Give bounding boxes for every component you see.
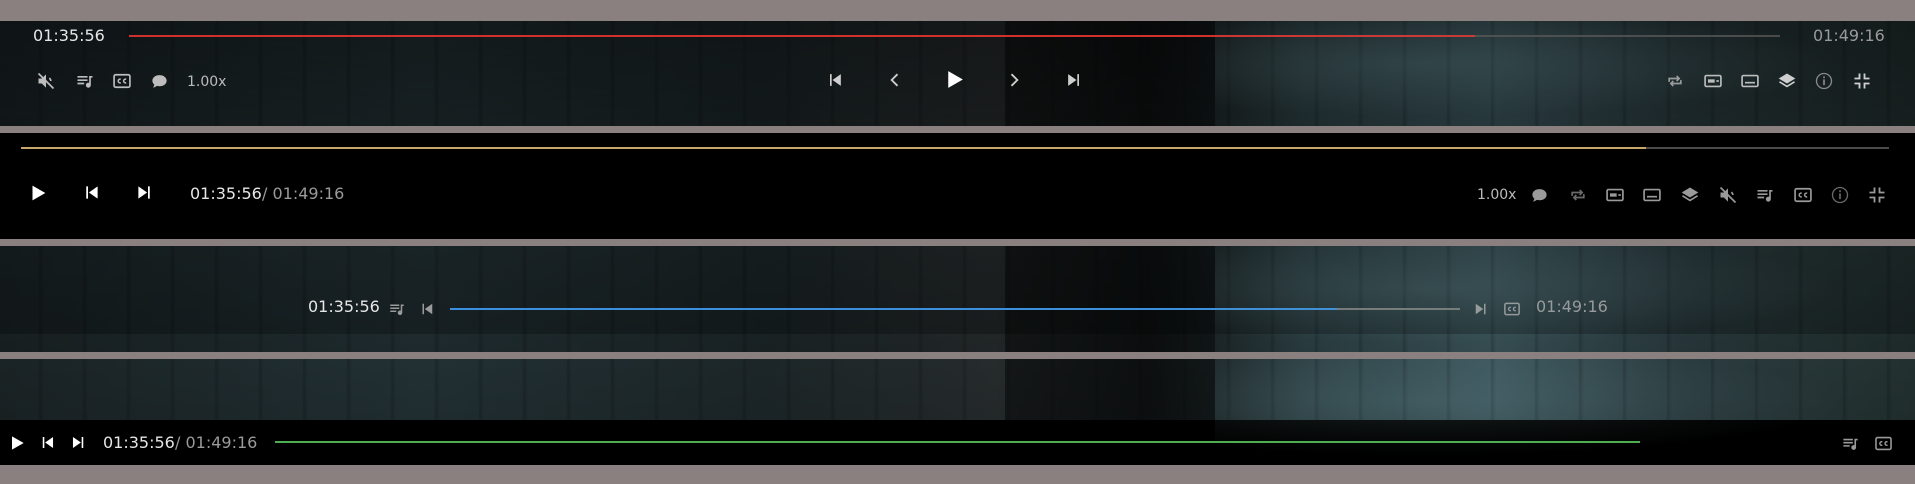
progress-fill [129,35,1475,37]
exit-fullscreen-icon[interactable] [1867,185,1887,205]
chevron-left-icon[interactable] [885,70,905,90]
progress-bar[interactable] [275,441,1640,443]
progress-bar[interactable] [450,308,1460,310]
progress-bar[interactable] [21,147,1889,149]
playlist-icon[interactable] [388,300,406,318]
progress-fill [21,147,1647,149]
skip-previous-icon[interactable] [825,70,845,90]
picture-in-picture-icon[interactable] [1605,185,1625,205]
current-time: 01:35:56 [103,433,175,452]
closed-captions-icon[interactable] [112,71,132,91]
layers-icon[interactable] [1777,71,1797,91]
chat-bubble-icon[interactable] [150,72,169,91]
skip-next-icon[interactable] [1064,70,1084,90]
playback-speed[interactable]: 1.00x [1477,187,1516,203]
info-icon[interactable] [1830,185,1850,205]
layers-icon[interactable] [1680,185,1700,205]
skip-next-icon[interactable] [69,433,88,452]
closed-captions-icon[interactable] [1793,185,1813,205]
playlist-icon[interactable] [1841,434,1860,453]
progress-fill [450,308,1337,310]
play-icon[interactable] [942,67,967,92]
player-2: 01:35:56 / 01:49:16 1.00x [0,133,1915,239]
playlist-icon[interactable] [75,71,95,91]
closed-captions-icon[interactable] [1874,434,1893,453]
volume-off-icon[interactable] [36,71,56,91]
picture-in-picture-icon[interactable] [1703,71,1723,91]
skip-next-icon[interactable] [134,182,155,203]
duration: 01:49:16 [1536,297,1608,316]
subtitles-icon[interactable] [1740,71,1760,91]
current-time: 01:35:56 [308,297,380,316]
loop-icon[interactable] [1568,185,1588,205]
info-icon[interactable] [1814,71,1834,91]
duration: 01:49:16 [1813,26,1885,45]
subtitles-icon[interactable] [1642,185,1662,205]
closed-captions-icon[interactable] [1503,300,1521,318]
progress-fill [275,441,1640,443]
player-3: 01:35:56 01:49:16 [0,246,1915,352]
volume-off-icon[interactable] [1718,185,1738,205]
current-time: 01:35:56 [33,26,105,45]
controls-overlay [0,246,1915,334]
playback-speed[interactable]: 1.00x [187,74,226,90]
exit-fullscreen-icon[interactable] [1852,71,1872,91]
chat-bubble-icon[interactable] [1530,186,1549,205]
play-icon[interactable] [27,182,49,204]
skip-previous-icon[interactable] [38,433,57,452]
playlist-icon[interactable] [1755,185,1775,205]
duration: / 01:49:16 [175,433,258,452]
skip-previous-icon[interactable] [81,182,102,203]
loop-icon[interactable] [1665,71,1685,91]
progress-bar[interactable] [129,35,1780,37]
player-1: 01:35:56 01:49:16 1.00x [0,21,1915,126]
skip-previous-icon[interactable] [418,300,436,318]
play-icon[interactable] [7,433,27,453]
player-4: 01:35:56 / 01:49:16 [0,359,1915,465]
chevron-right-icon[interactable] [1004,70,1024,90]
skip-next-icon[interactable] [1472,300,1490,318]
duration: / 01:49:16 [262,184,345,203]
current-time: 01:35:56 [190,184,262,203]
